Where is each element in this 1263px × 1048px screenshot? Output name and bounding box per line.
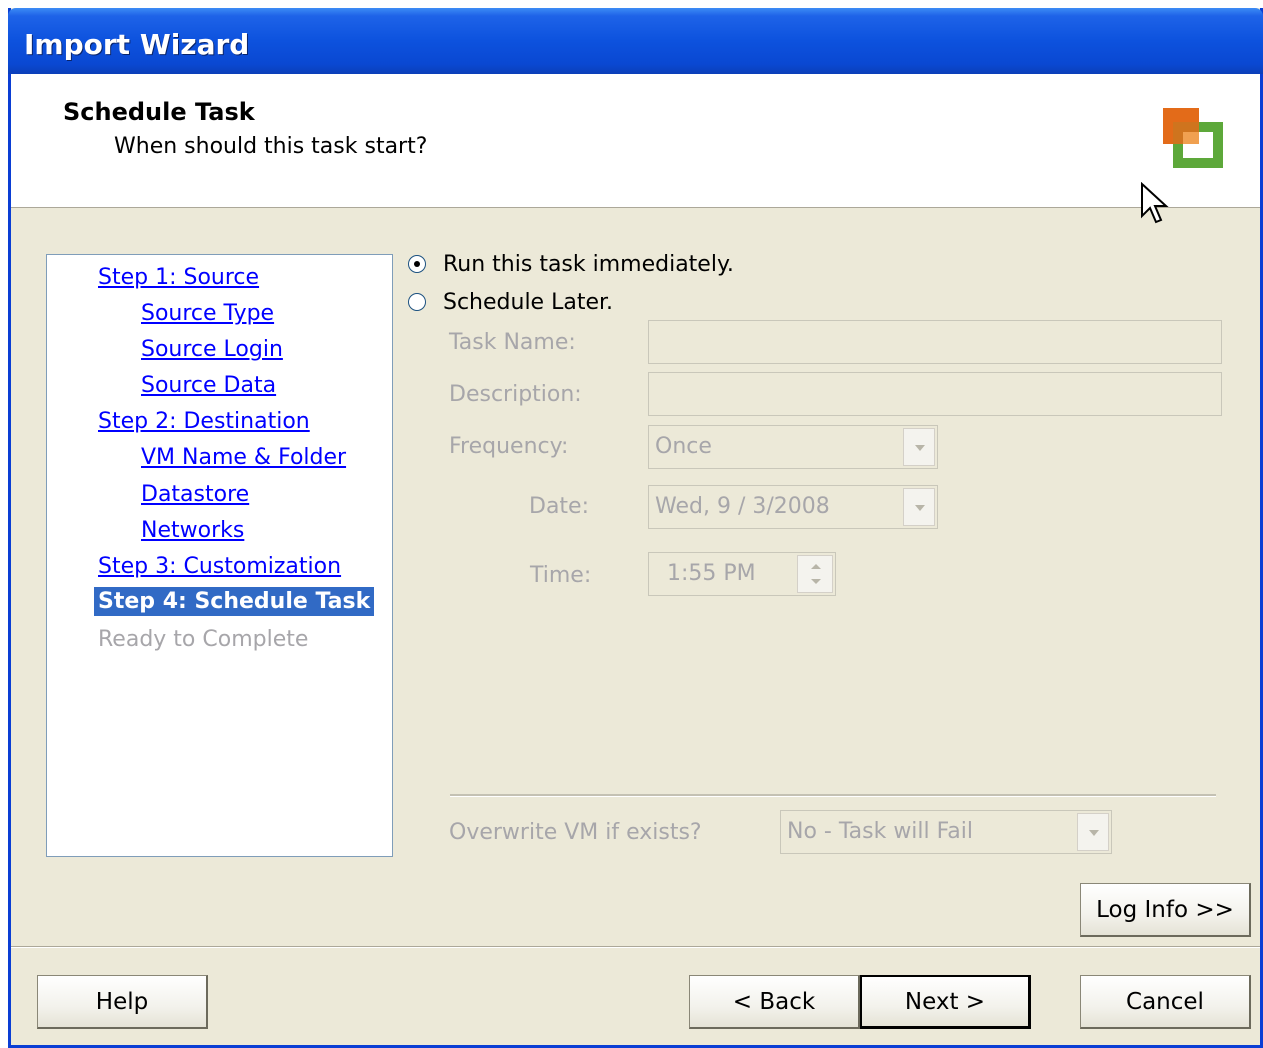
time-stepper[interactable]: 1:55 PM bbox=[648, 552, 836, 596]
time-label: Time: bbox=[530, 563, 592, 588]
step-customization[interactable]: Step 3: Customization bbox=[98, 554, 341, 579]
log-info-button[interactable]: Log Info >> bbox=[1080, 883, 1251, 937]
overwrite-value: No - Task will Fail bbox=[787, 819, 973, 844]
wizard-header: Schedule Task When should this task star… bbox=[11, 74, 1260, 208]
footer-separator bbox=[11, 946, 1260, 948]
run-now-radio[interactable] bbox=[408, 255, 426, 273]
chevron-down-icon[interactable] bbox=[1077, 813, 1109, 851]
step-datastore[interactable]: Datastore bbox=[141, 482, 249, 507]
schedule-later-label[interactable]: Schedule Later. bbox=[443, 290, 613, 315]
task-name-input[interactable] bbox=[648, 320, 1222, 364]
page-title: Schedule Task bbox=[63, 98, 255, 126]
step-vm-name-folder[interactable]: VM Name & Folder bbox=[141, 445, 346, 470]
date-value: Wed, 9 / 3/2008 bbox=[655, 494, 830, 519]
date-picker[interactable]: Wed, 9 / 3/2008 bbox=[648, 485, 938, 529]
mouse-cursor-icon bbox=[1141, 182, 1169, 224]
overwrite-label: Overwrite VM if exists? bbox=[449, 820, 702, 845]
page-subtitle: When should this task start? bbox=[114, 134, 428, 159]
run-now-label[interactable]: Run this task immediately. bbox=[443, 252, 734, 277]
step-source-login[interactable]: Source Login bbox=[141, 337, 283, 362]
task-name-label: Task Name: bbox=[449, 330, 576, 355]
step-destination[interactable]: Step 2: Destination bbox=[98, 409, 310, 434]
back-button[interactable]: < Back bbox=[689, 975, 860, 1029]
schedule-later-radio[interactable] bbox=[408, 293, 426, 311]
window-title: Import Wizard bbox=[24, 28, 250, 61]
step-source-data[interactable]: Source Data bbox=[141, 373, 276, 398]
description-input[interactable] bbox=[648, 372, 1222, 416]
description-label: Description: bbox=[449, 382, 582, 407]
step-source-type[interactable]: Source Type bbox=[141, 301, 274, 326]
help-button[interactable]: Help bbox=[37, 975, 208, 1029]
cancel-button[interactable]: Cancel bbox=[1080, 975, 1251, 1029]
divider bbox=[450, 794, 1216, 797]
step-schedule-task[interactable]: Step 4: Schedule Task bbox=[94, 587, 375, 616]
chevron-down-icon[interactable] bbox=[903, 488, 935, 526]
frequency-label: Frequency: bbox=[449, 434, 569, 459]
next-button[interactable]: Next > bbox=[860, 975, 1031, 1029]
frequency-select[interactable]: Once bbox=[648, 425, 938, 469]
date-label: Date: bbox=[529, 494, 589, 519]
spinner-arrows-icon[interactable] bbox=[797, 555, 833, 593]
vmware-converter-logo-icon bbox=[1163, 108, 1223, 168]
frequency-value: Once bbox=[655, 434, 712, 459]
chevron-down-icon[interactable] bbox=[903, 428, 935, 466]
step-source[interactable]: Step 1: Source bbox=[98, 265, 259, 290]
time-value: 1:55 PM bbox=[667, 561, 756, 586]
title-bar[interactable]: Import Wizard bbox=[8, 8, 1263, 74]
steps-panel: Step 1: Source Source Type Source Login … bbox=[46, 254, 393, 857]
overwrite-select[interactable]: No - Task will Fail bbox=[780, 810, 1112, 854]
step-ready-to-complete: Ready to Complete bbox=[98, 627, 309, 652]
step-networks[interactable]: Networks bbox=[141, 518, 244, 543]
